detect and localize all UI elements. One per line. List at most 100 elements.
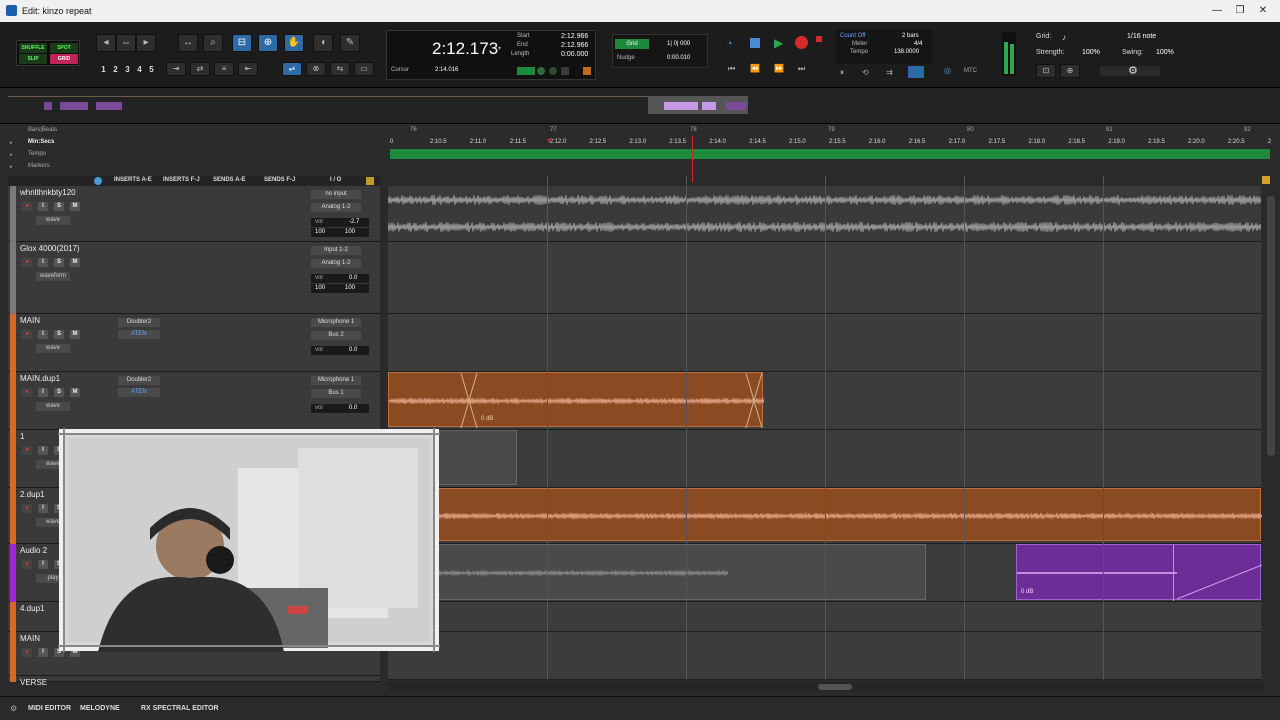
track-name[interactable]: 1 xyxy=(20,432,24,441)
horizontal-scrollbar[interactable] xyxy=(388,682,1264,692)
mute-button[interactable]: M xyxy=(70,388,80,397)
track-header[interactable]: MAIN ● I S Mwave Doubler2 ATEfx Microphone 1 Bus… xyxy=(8,314,380,372)
volume-value[interactable]: 0.0 xyxy=(349,346,357,355)
loop-playback-icon[interactable]: ⟲ xyxy=(862,68,869,77)
record-arm-icon[interactable]: ● xyxy=(22,648,32,657)
mute-button[interactable]: M xyxy=(70,258,80,267)
scrubber-tool-icon[interactable]: ◖ xyxy=(313,34,333,52)
trim-tool-icon[interactable]: ⊟ xyxy=(232,34,252,52)
record-arm-icon[interactable]: ● xyxy=(22,504,32,513)
grid-note-value[interactable]: 1/16 note xyxy=(1127,33,1156,40)
strength-value[interactable]: 100% xyxy=(1082,49,1100,56)
slip-mode-button[interactable]: SLIP xyxy=(19,54,47,64)
input-monitor-button[interactable]: I xyxy=(38,504,48,513)
punch-icon[interactable] xyxy=(908,66,924,78)
grid-button[interactable]: Grid xyxy=(615,39,649,49)
track-name[interactable]: MAIN xyxy=(20,316,40,325)
tab-melodyne[interactable]: MELODYNE xyxy=(80,705,120,712)
playhead-marker[interactable]: ▾ xyxy=(547,136,553,145)
solo-button[interactable]: S xyxy=(54,258,64,267)
spot-mode-button[interactable]: SPOT xyxy=(50,43,78,53)
record-icon[interactable] xyxy=(795,36,808,49)
auto-scroll-icon[interactable]: ⇆ xyxy=(330,62,350,76)
track-name[interactable]: VERSE xyxy=(20,678,47,687)
pan-left[interactable]: 100 xyxy=(315,228,325,237)
input-selector[interactable]: no input xyxy=(311,190,361,199)
insert-slot-2[interactable]: ATEfx xyxy=(118,388,160,397)
link-track-icon[interactable]: ≡ xyxy=(214,62,234,76)
track-view-icon[interactable]: ▭ xyxy=(354,62,374,76)
track-view-selector[interactable]: wave xyxy=(36,216,70,225)
lock-icon[interactable]: ⊡ xyxy=(1036,64,1056,78)
maximize-button[interactable]: ❐ xyxy=(1229,4,1251,18)
tab-rx-spectral-editor[interactable]: RX SPECTRAL EDITOR xyxy=(141,705,219,712)
keyboard-focus-icon[interactable]: ⇌ xyxy=(282,62,302,76)
track-header[interactable]: Glox 4000(2017) ● I S Mwaveform Input 1-2 Anal… xyxy=(8,242,380,314)
insert-slot[interactable]: Doubler2 xyxy=(118,318,160,327)
audio-clip-main-dup1[interactable]: 0 dB xyxy=(388,372,764,428)
track-header[interactable]: MAIN.dup1 ● I S Mwave Doubler2 ATEfx Microphone… xyxy=(8,372,380,430)
solo-button[interactable]: S xyxy=(54,388,64,397)
metronome-icon[interactable] xyxy=(549,67,557,75)
shuffle-mode-button[interactable]: SHUFFLE xyxy=(19,43,47,53)
volume-value[interactable]: 0.0 xyxy=(349,274,357,283)
countoff-icon[interactable] xyxy=(561,67,569,75)
input-monitor-button[interactable]: I xyxy=(38,648,48,657)
track-name[interactable]: 2.dup1 xyxy=(20,490,44,499)
gear-icon[interactable]: ⚙ xyxy=(1128,64,1138,77)
vertical-scrollbar[interactable] xyxy=(1264,186,1278,682)
insert-slot[interactable]: Doubler2 xyxy=(118,376,160,385)
track-name[interactable]: 4.dup1 xyxy=(20,604,44,613)
input-monitor-button[interactable]: I xyxy=(38,560,48,569)
pan-left[interactable]: 100 xyxy=(315,284,325,293)
solo-button[interactable]: S xyxy=(54,202,64,211)
zoom-out-icon[interactable]: ◂ xyxy=(96,34,116,52)
selector-tool-icon[interactable]: ⊕ xyxy=(258,34,278,52)
zoom-preset-5[interactable]: 5 xyxy=(146,64,157,76)
input-monitor-button[interactable]: I xyxy=(38,388,48,397)
pause-icon[interactable]: ⏸ xyxy=(840,68,844,78)
start-value[interactable]: 2:12.966 xyxy=(561,33,588,40)
track-name[interactable]: Audio 2 xyxy=(20,546,47,555)
track-name[interactable]: Glox 4000(2017) xyxy=(20,244,80,253)
tab-midi-editor[interactable]: MIDI EDITOR xyxy=(28,705,71,712)
magnifier-icon[interactable]: ⌕ xyxy=(203,34,223,52)
mute-button[interactable]: M xyxy=(70,202,80,211)
volume-value[interactable]: 0.0 xyxy=(349,404,357,413)
input-selector[interactable]: Microphone 1 xyxy=(311,318,361,327)
input-selector[interactable]: Microphone 1 xyxy=(311,376,361,385)
tempo-value[interactable]: 138.0000 xyxy=(894,49,919,55)
timeline-selection[interactable] xyxy=(390,149,1270,159)
tab-to-transient-icon[interactable]: ⇥ xyxy=(166,62,186,76)
rewind-icon[interactable]: ⏪ xyxy=(750,64,760,73)
zoom-preset-2[interactable]: 2 xyxy=(110,64,121,76)
pan-right[interactable]: 100 xyxy=(345,284,355,293)
track-name[interactable]: MAIN.dup1 xyxy=(20,374,60,383)
tempo-ruler[interactable]: Tempo xyxy=(28,151,46,157)
count-off-label[interactable]: Count Off xyxy=(840,33,866,39)
record-arm-icon[interactable]: ● xyxy=(22,258,32,267)
mtc-button[interactable]: MTC xyxy=(964,68,977,74)
nudge-value[interactable]: 0:00.010 xyxy=(667,55,690,61)
input-monitor-button[interactable]: I xyxy=(38,330,48,339)
bars-beats-ruler[interactable]: Bars|Beats xyxy=(28,127,57,133)
zoom-preset-4[interactable]: 4 xyxy=(134,64,145,76)
record-mode-icon[interactable] xyxy=(816,36,822,42)
settings-icon[interactable]: ⚙ xyxy=(10,704,17,713)
markers-ruler[interactable]: Markers xyxy=(28,163,50,169)
online-icon[interactable]: ◔ xyxy=(726,38,738,50)
track-header[interactable]: VERSE xyxy=(8,676,380,687)
pan-right[interactable]: 100 xyxy=(345,228,355,237)
output-selector[interactable]: Analog 1-2 xyxy=(311,203,361,212)
zoomer-icon[interactable]: ↔ xyxy=(178,34,198,52)
merge-icon[interactable] xyxy=(583,67,591,75)
min-secs-ruler[interactable]: Min:Secs xyxy=(28,139,54,145)
play-icon[interactable]: ▶ xyxy=(774,36,786,50)
midi-input-icon[interactable] xyxy=(517,67,535,75)
insert-slot-2[interactable]: ATEfx xyxy=(118,330,160,339)
stop-icon[interactable] xyxy=(750,38,760,48)
track-view-selector[interactable]: wave xyxy=(36,344,70,353)
return-to-zero-icon[interactable]: ⏮ xyxy=(728,64,735,74)
zoom-preset-3[interactable]: 3 xyxy=(122,64,133,76)
mirror-icon[interactable]: ⊗ xyxy=(306,62,326,76)
